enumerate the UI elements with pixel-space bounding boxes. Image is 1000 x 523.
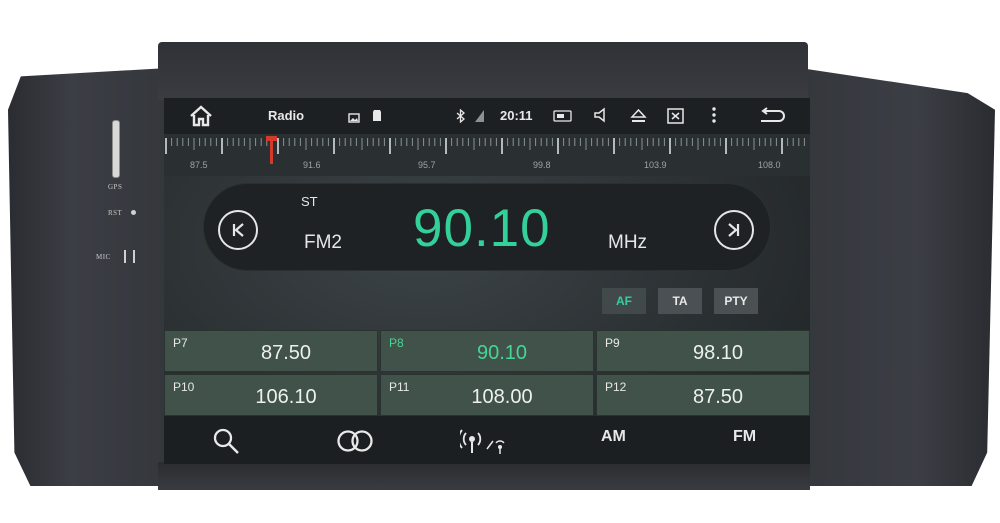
battery-icon	[553, 110, 573, 125]
scale-ticks	[165, 138, 805, 154]
skip-previous-icon	[232, 223, 244, 237]
preset-p9[interactable]: P9 98.10	[596, 330, 810, 372]
mic-hole	[124, 250, 126, 263]
gps-label: GPS	[108, 183, 123, 191]
af-toggle[interactable]: AF	[602, 288, 646, 314]
scale-label: 99.8	[533, 160, 551, 170]
preset-p12[interactable]: P12 87.50	[596, 374, 810, 416]
preset-grid: P7 87.50 P8 90.10 P9 98.10 P10 106.10 P1…	[164, 330, 810, 416]
stereo-indicator: ST	[301, 194, 318, 209]
gps-slot	[112, 120, 120, 178]
close-box-icon[interactable]	[667, 108, 684, 127]
screen: Radio 20:11 87.5 91.6 95.7 99.8 103.9 10…	[164, 98, 810, 464]
preset-frequency: 108.00	[471, 386, 533, 408]
seek-prev-button[interactable]	[218, 210, 258, 250]
preset-p7[interactable]: P7 87.50	[164, 330, 378, 372]
more-icon[interactable]	[712, 107, 716, 126]
mic-hole	[133, 250, 135, 263]
band-label: FM2	[304, 232, 342, 253]
status-bar: Radio 20:11	[164, 98, 810, 134]
rst-label: RST	[108, 209, 123, 217]
pty-toggle[interactable]: PTY	[714, 288, 758, 314]
preset-p10[interactable]: P10 106.10	[164, 374, 378, 416]
volume-icon[interactable]	[593, 107, 609, 126]
bluetooth-icon	[456, 108, 465, 126]
bottom-bar: AM FM	[164, 416, 810, 464]
tuning-scale[interactable]: 87.5 91.6 95.7 99.8 103.9 108.0	[164, 134, 810, 176]
preset-frequency: 87.50	[260, 342, 312, 364]
frequency-unit: MHz	[608, 232, 648, 253]
clock: 20:11	[500, 108, 533, 123]
preset-frequency: 90.10	[476, 342, 528, 364]
right-bezel	[800, 68, 995, 486]
stereo-icon[interactable]	[336, 429, 376, 458]
preset-frequency: 87.50	[692, 386, 744, 408]
search-icon[interactable]	[212, 427, 240, 460]
back-icon[interactable]	[758, 107, 786, 128]
skip-next-icon	[728, 223, 740, 237]
signal-icon	[474, 109, 485, 126]
head-unit: GPS RST MIC Radio 20:11 87.5 91.6 95.7 9…	[0, 0, 1000, 523]
top-bezel	[158, 42, 808, 100]
scale-label: 108.0	[758, 160, 781, 170]
preset-frequency: 106.10	[255, 386, 317, 408]
preset-frequency: 98.10	[692, 342, 744, 364]
sd-card-icon	[372, 109, 382, 125]
app-title: Radio	[268, 108, 305, 123]
antenna-icon[interactable]	[457, 427, 510, 460]
left-bezel	[8, 68, 168, 486]
current-frequency: 90.10	[413, 199, 551, 258]
mic-label: MIC	[96, 253, 111, 261]
bottom-bezel	[158, 462, 810, 490]
preset-p11[interactable]: P11 108.00	[380, 374, 594, 416]
am-button[interactable]: AM	[601, 428, 626, 446]
tuning-needle-line	[270, 136, 273, 164]
ta-toggle[interactable]: TA	[658, 288, 702, 314]
home-icon[interactable]	[188, 105, 214, 130]
scale-label: 91.6	[303, 160, 321, 170]
reset-button[interactable]	[131, 210, 136, 215]
preset-p8[interactable]: P8 90.10	[380, 330, 594, 372]
scale-label: 103.9	[644, 160, 667, 170]
frequency-panel: ST FM2 90.10 MHz	[204, 184, 770, 270]
scale-label: 95.7	[418, 160, 436, 170]
seek-next-button[interactable]	[714, 210, 754, 250]
fm-button[interactable]: FM	[733, 428, 756, 446]
eject-icon[interactable]	[630, 108, 647, 126]
scale-label: 87.5	[190, 160, 208, 170]
image-icon	[348, 111, 360, 126]
